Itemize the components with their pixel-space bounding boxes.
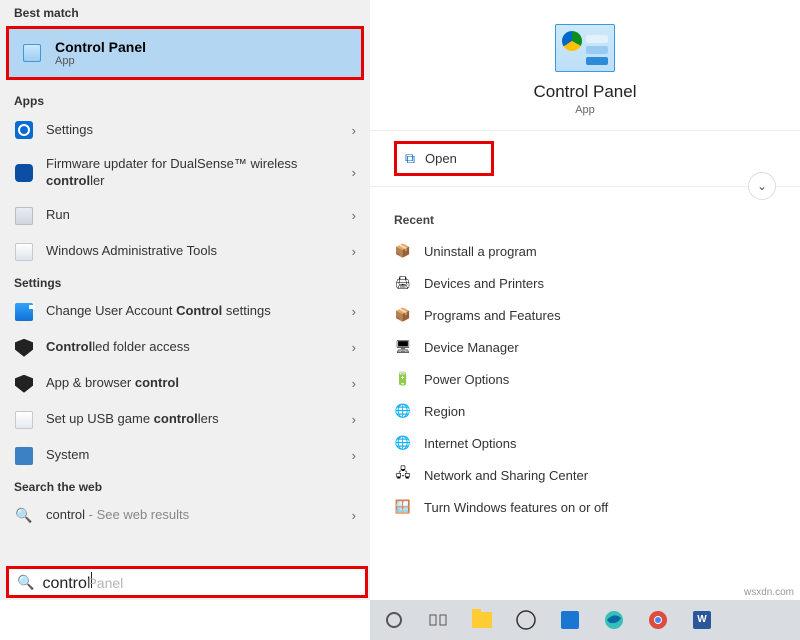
controller-icon [14, 163, 34, 183]
cortana-icon[interactable] [376, 604, 412, 636]
task-view-icon[interactable] [420, 604, 456, 636]
recent-item[interactable]: 📦Uninstall a program [394, 235, 776, 267]
file-explorer-icon[interactable] [464, 604, 500, 636]
control-panel-icon [21, 42, 43, 64]
watermark: wsxdn.com [744, 587, 794, 598]
section-apps: Apps [0, 88, 370, 112]
best-match-sub: App [55, 55, 146, 67]
search-box[interactable]: 🔍 controlPanel [6, 566, 368, 598]
recent-icon: 🪟 [394, 498, 412, 516]
chevron-right-icon: › [352, 304, 356, 319]
control-panel-hero-icon [555, 24, 615, 72]
setting-folder-access[interactable]: Controlled folder access › [0, 330, 370, 366]
recent-icon: 🔋 [394, 370, 412, 388]
gamepad-icon [14, 410, 34, 430]
dell-icon[interactable] [508, 604, 544, 636]
recent-icon: 🌐 [394, 402, 412, 420]
recent-item[interactable]: 🌐Internet Options [394, 427, 776, 459]
recent-icon: 🌐 [394, 434, 412, 452]
shield-icon [14, 374, 34, 394]
hero: Control Panel App [370, 0, 800, 131]
setting-system[interactable]: System › [0, 438, 370, 474]
app-item-firmware[interactable]: Firmware updater for DualSense™ wireless… [0, 148, 370, 198]
app-item-run[interactable]: Run › [0, 198, 370, 234]
best-match-title: Control Panel [55, 39, 146, 55]
search-icon: 🔍 [17, 574, 34, 591]
recent-icon: 🖧 [394, 466, 412, 484]
recent-item[interactable]: 🖨Devices and Printers [394, 267, 776, 299]
section-best-match: Best match [0, 0, 370, 24]
setting-uac[interactable]: Change User Account Control settings › [0, 294, 370, 330]
chevron-right-icon: › [352, 165, 356, 180]
hero-title: Control Panel [533, 82, 636, 102]
search-input-text: control [42, 575, 90, 593]
setting-app-browser[interactable]: App & browser control › [0, 366, 370, 402]
chevron-right-icon: › [352, 208, 356, 223]
chrome-icon[interactable] [640, 604, 676, 636]
search-ghost: Panel [87, 575, 123, 591]
chevron-down-icon: ⌄ [757, 179, 767, 193]
tools-icon [14, 242, 34, 262]
chevron-right-icon: › [352, 508, 356, 523]
recent-icon: 🖥 [394, 338, 412, 356]
edge-icon[interactable] [596, 604, 632, 636]
chevron-right-icon: › [352, 244, 356, 259]
run-icon [14, 206, 34, 226]
hero-sub: App [575, 104, 595, 116]
recent-item[interactable]: 🔋Power Options [394, 363, 776, 395]
expand-button[interactable]: ⌄ [748, 172, 776, 200]
recent-icon: 📦 [394, 242, 412, 260]
section-settings: Settings [0, 270, 370, 294]
recent-item[interactable]: 🖥Device Manager [394, 331, 776, 363]
chevron-right-icon: › [352, 448, 356, 463]
recent-item[interactable]: 🌐Region [394, 395, 776, 427]
chevron-right-icon: › [352, 123, 356, 138]
app-item-admin-tools[interactable]: Windows Administrative Tools › [0, 234, 370, 270]
recent-item[interactable]: 🖧Network and Sharing Center [394, 459, 776, 491]
chevron-right-icon: › [352, 340, 356, 355]
best-match-result[interactable]: Control Panel App [6, 26, 364, 80]
display-icon [14, 446, 34, 466]
recent-item[interactable]: 🪟Turn Windows features on or off [394, 491, 776, 523]
web-search-item[interactable]: 🔍 control - See web results › [0, 498, 370, 534]
search-icon: 🔍 [14, 506, 34, 526]
word-icon[interactable]: W [684, 604, 720, 636]
chevron-right-icon: › [352, 376, 356, 391]
open-button[interactable]: ⧉ Open [394, 141, 494, 176]
open-icon: ⧉ [405, 150, 415, 167]
recent-label: Recent [394, 213, 776, 227]
setting-usb-controllers[interactable]: Set up USB game controllers › [0, 402, 370, 438]
chevron-right-icon: › [352, 412, 356, 427]
recent-icon: 📦 [394, 306, 412, 324]
shield-icon [14, 338, 34, 358]
taskbar: W [370, 600, 800, 640]
section-web: Search the web [0, 474, 370, 498]
app-icon[interactable] [552, 604, 588, 636]
settings-icon [14, 120, 34, 140]
flag-icon [14, 302, 34, 322]
recent-icon: 🖨 [394, 274, 412, 292]
recent-item[interactable]: 📦Programs and Features [394, 299, 776, 331]
app-item-settings[interactable]: Settings › [0, 112, 370, 148]
